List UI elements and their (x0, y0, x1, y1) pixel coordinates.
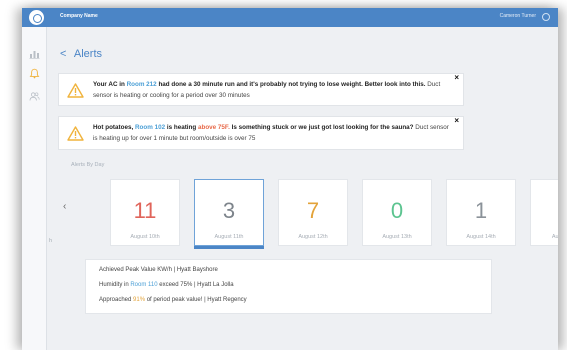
day-date: August 13th (382, 234, 412, 240)
summary-text: Achieved Peak Value KW/h | Hyatt Bayshor… (99, 267, 218, 273)
warning-icon (67, 83, 84, 98)
alert-card: Your AC in Room 212 had done a 30 minute… (58, 73, 464, 106)
user-name[interactable]: Cameron Turner (500, 13, 536, 19)
day-alert-count: 2 (531, 198, 558, 224)
bell-icon[interactable] (29, 68, 40, 79)
summary-line: Approached 91% of period peak value! | H… (99, 297, 247, 303)
day-date: August 10th (130, 234, 160, 240)
prev-arrow-icon[interactable]: ‹ (63, 201, 66, 212)
company-logo-icon[interactable] (29, 10, 44, 25)
day-date: August 12th (298, 234, 328, 240)
day-carousel: h ‹ 11 August 10th 3 August 11th 7 August 12t… (47, 179, 558, 251)
day-card[interactable]: 0 August 13th (362, 179, 432, 246)
room-link[interactable]: Room 110 (130, 282, 157, 288)
alert-text: is heating (165, 124, 198, 131)
day-date: August 14th (466, 234, 496, 240)
day-alert-count: 1 (474, 198, 488, 223)
day-card[interactable]: 11 August 10th (110, 179, 180, 246)
warning-icon (67, 126, 84, 141)
page-title-text: Alerts (73, 48, 103, 60)
sidebar (22, 27, 47, 350)
day-alert-count: 7 (306, 198, 320, 223)
day-card[interactable]: 2 August 15t (530, 179, 558, 246)
close-icon[interactable]: × (454, 73, 459, 82)
alert-card: Hot potatoes, Room 102 is heating above … (58, 116, 464, 150)
day-card[interactable]: 7 August 12th (278, 179, 348, 246)
summary-panel: Achieved Peak Value KW/h | Hyatt Bayshor… (85, 259, 492, 314)
room-link[interactable]: Room 212 (127, 81, 157, 88)
temperature-highlight: above 75F. (197, 124, 230, 131)
bar-chart-icon[interactable] (29, 48, 40, 59)
alert-text: had done a 30 minute run and it's probab… (156, 81, 426, 88)
close-icon[interactable]: × (454, 116, 459, 125)
summary-line: Humidity in Room 110 exceed 75% | Hyatt … (99, 282, 234, 288)
back-chevron-icon[interactable]: < (60, 48, 66, 60)
day-card[interactable]: 1 August 14th (446, 179, 516, 246)
summary-text: Approached (99, 297, 134, 303)
day-alert-count: 0 (390, 198, 404, 223)
main-content: < Alerts Your AC in Room 212 had done a … (47, 27, 558, 350)
alert-text: Is something stuck or we just got lost l… (229, 124, 414, 131)
top-bar: Company Name Cameron Turner (22, 8, 558, 27)
company-name: Company Name (60, 13, 98, 19)
room-link[interactable]: Room 102 (135, 124, 165, 131)
day-date: August 15t (551, 234, 558, 240)
partial-card-date: h (49, 238, 53, 244)
summary-line: Achieved Peak Value KW/h | Hyatt Bayshor… (99, 267, 218, 273)
user-settings-icon[interactable] (542, 13, 550, 21)
summary-text: Humidity in (99, 282, 131, 288)
alert-text: Hot potatoes, (93, 124, 135, 131)
section-label: Alerts By Day (71, 162, 105, 168)
summary-text: of period peak value! | Hyatt Regency (145, 297, 247, 303)
alert-text: Your AC in (93, 81, 127, 88)
page-title: < Alerts (60, 48, 102, 60)
day-date: August 11th (214, 234, 244, 240)
day-alert-count: 3 (222, 198, 236, 223)
percent-highlight: 91% (133, 297, 146, 303)
day-alert-count: 11 (133, 198, 157, 223)
alert-message: Your AC in Room 212 had done a 30 minute… (93, 79, 449, 101)
summary-text: exceed 75% | Hyatt La Jolla (157, 282, 234, 288)
day-card[interactable]: 3 August 11th (194, 179, 264, 249)
users-icon[interactable] (29, 91, 40, 102)
app-window: Company Name Cameron Turner < Alerts You… (22, 8, 558, 350)
alert-message: Hot potatoes, Room 102 is heating above … (93, 122, 449, 144)
